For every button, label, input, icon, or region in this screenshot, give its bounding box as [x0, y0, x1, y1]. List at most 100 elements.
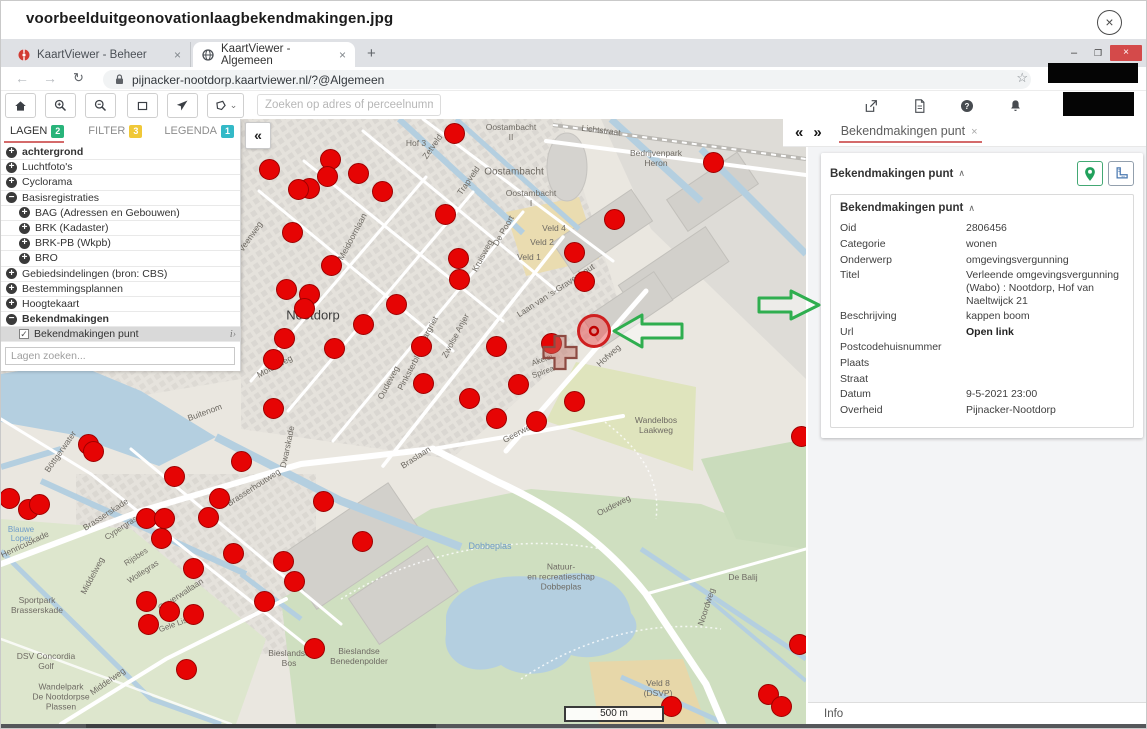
announcement-point[interactable]: [771, 696, 792, 717]
sidebar-collapse-button[interactable]: «: [245, 122, 271, 149]
layer-tree-item[interactable]: +Gebiedsindelingen (bron: CBS): [1, 267, 240, 282]
close-window-button[interactable]: ×: [1110, 45, 1142, 61]
announcement-point[interactable]: [284, 571, 305, 592]
chevron-up-icon[interactable]: ∧: [968, 203, 975, 214]
announcement-point[interactable]: [304, 638, 325, 659]
expand-node-icon[interactable]: +: [19, 223, 30, 234]
tab-legenda[interactable]: LEGENDA 1: [164, 125, 234, 138]
announcement-point[interactable]: [564, 391, 585, 412]
browser-tab-algemeen[interactable]: KaartViewer - Algemeen ×: [193, 42, 355, 67]
layer-tree-item[interactable]: +achtergrond: [1, 145, 240, 160]
home-button[interactable]: [5, 93, 36, 118]
announcement-point[interactable]: [486, 336, 507, 357]
announcement-point[interactable]: [459, 388, 480, 409]
expand-node-icon[interactable]: +: [6, 147, 17, 158]
pdf-export-button[interactable]: [907, 94, 931, 118]
announcement-point[interactable]: [348, 163, 369, 184]
select-shape-button[interactable]: ⌄: [207, 93, 244, 118]
layer-tree-item[interactable]: ✓Bekendmakingen punti›: [1, 327, 240, 342]
announcement-point[interactable]: [386, 294, 407, 315]
collapse-node-icon[interactable]: −: [6, 192, 17, 203]
expand-node-icon[interactable]: +: [19, 238, 30, 249]
announcement-point[interactable]: [209, 488, 230, 509]
forward-button[interactable]: →: [43, 70, 57, 86]
announcement-point[interactable]: [444, 123, 465, 144]
new-tab-button[interactable]: +: [367, 45, 376, 62]
announcement-point[interactable]: [198, 507, 219, 528]
expand-node-icon[interactable]: +: [6, 177, 17, 188]
announcement-point[interactable]: [159, 601, 180, 622]
announcement-point[interactable]: [564, 242, 585, 263]
layer-tree-item[interactable]: −Basisregistraties: [1, 191, 240, 206]
expand-node-icon[interactable]: +: [6, 283, 17, 294]
reload-button[interactable]: ↻: [73, 70, 84, 86]
back-button[interactable]: ←: [15, 70, 29, 86]
layer-options-icon[interactable]: i›: [230, 329, 236, 340]
tab-filter[interactable]: FILTER 3: [88, 125, 142, 138]
layer-tree-item[interactable]: +BRK-PB (Wkpb): [1, 236, 240, 251]
announcement-point[interactable]: [231, 451, 252, 472]
bookmark-star-icon[interactable]: ☆: [1016, 70, 1028, 86]
share-button[interactable]: [859, 94, 883, 118]
announcement-point[interactable]: [435, 204, 456, 225]
layer-tree-item[interactable]: −Bekendmakingen: [1, 312, 240, 327]
announcement-point[interactable]: [321, 255, 342, 276]
announcement-point[interactable]: [274, 328, 295, 349]
minimize-button[interactable]: –: [1062, 47, 1086, 59]
announcement-point[interactable]: [1, 488, 20, 509]
announcement-point[interactable]: [223, 543, 244, 564]
announcement-point[interactable]: [83, 441, 104, 462]
announcement-point[interactable]: [789, 634, 807, 655]
announcement-point[interactable]: [411, 336, 432, 357]
announcement-point[interactable]: [254, 591, 275, 612]
announcement-point[interactable]: [263, 349, 284, 370]
browser-tab-beheer[interactable]: KaartViewer - Beheer ×: [9, 42, 191, 67]
address-search-input[interactable]: [257, 94, 441, 116]
notifications-button[interactable]: [1003, 94, 1027, 118]
layer-tree-item[interactable]: +BAG (Adressen en Gebouwen): [1, 206, 240, 221]
announcement-point[interactable]: [29, 494, 50, 515]
zoom-in-button[interactable]: [45, 93, 76, 118]
announcement-point[interactable]: [604, 209, 625, 230]
zoom-extent-button[interactable]: [127, 93, 158, 118]
announcement-point[interactable]: [703, 152, 724, 173]
announcement-point[interactable]: [294, 298, 315, 319]
panel-tab-bekendmakingen-punt[interactable]: Bekendmakingen punt×: [839, 122, 982, 143]
announcement-point[interactable]: [372, 181, 393, 202]
announcement-point[interactable]: [574, 271, 595, 292]
announcement-point[interactable]: [526, 411, 547, 432]
announcement-point[interactable]: [176, 659, 197, 680]
tab-lagen[interactable]: LAGEN 2: [10, 125, 64, 138]
help-button[interactable]: ?: [955, 94, 979, 118]
announcement-point[interactable]: [136, 591, 157, 612]
viewer-close-icon[interactable]: ×: [1097, 10, 1122, 35]
layer-tree-item[interactable]: +BRK (Kadaster): [1, 221, 240, 236]
layer-search-input[interactable]: [5, 347, 235, 365]
restore-button[interactable]: ❐: [1086, 48, 1110, 59]
announcement-point[interactable]: [449, 269, 470, 290]
detail-value[interactable]: Open link: [966, 326, 1124, 339]
announcement-point[interactable]: [313, 491, 334, 512]
collapse-node-icon[interactable]: −: [6, 314, 17, 325]
announcement-point[interactable]: [273, 551, 294, 572]
announcement-point[interactable]: [324, 338, 345, 359]
announcement-point[interactable]: [317, 166, 338, 187]
announcement-point[interactable]: [486, 408, 507, 429]
panel-tab-close-icon[interactable]: ×: [971, 126, 977, 138]
announcement-point[interactable]: [183, 604, 204, 625]
layer-checkbox-checked-icon[interactable]: ✓: [19, 329, 29, 339]
zoom-to-point-button[interactable]: [1077, 161, 1103, 186]
announcement-point[interactable]: [164, 466, 185, 487]
announcement-point[interactable]: [791, 426, 807, 447]
info-footer[interactable]: Info: [808, 702, 1147, 724]
announcement-point[interactable]: [138, 614, 159, 635]
announcement-point[interactable]: [508, 374, 529, 395]
announcement-point[interactable]: [288, 179, 309, 200]
locate-button[interactable]: [167, 93, 198, 118]
scrollbar-thumb[interactable]: [86, 724, 436, 729]
announcement-point[interactable]: [183, 558, 204, 579]
announcement-point[interactable]: [154, 508, 175, 529]
announcement-point[interactable]: [352, 531, 373, 552]
address-bar[interactable]: pijnacker-nootdorp.kaartviewer.nl/?@Alge…: [103, 70, 1031, 89]
expand-node-icon[interactable]: +: [6, 268, 17, 279]
